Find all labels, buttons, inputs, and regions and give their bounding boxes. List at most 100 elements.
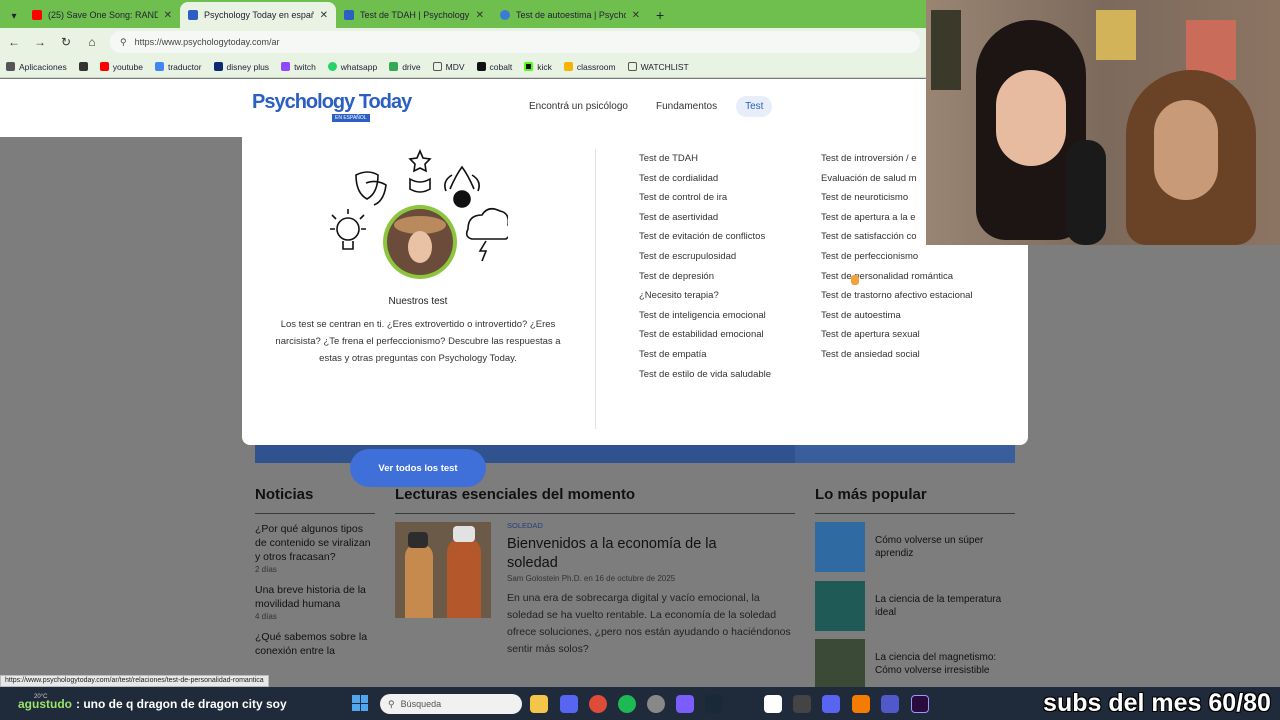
- article-image[interactable]: [395, 522, 491, 618]
- person-figure: [405, 544, 433, 618]
- view-all-tests-button[interactable]: Ver todos los test: [350, 449, 486, 487]
- bookmark-kick[interactable]: kick: [524, 62, 552, 72]
- test-link[interactable]: Test de cordialidad: [639, 169, 771, 189]
- popular-item[interactable]: Cómo volverse un súper aprendiz: [815, 522, 1015, 572]
- app-icon[interactable]: [676, 695, 694, 713]
- test-link[interactable]: Test de autoestima: [821, 306, 1021, 326]
- bookmark-label: traductor: [167, 61, 202, 72]
- test-link[interactable]: Test de TDAH: [639, 149, 771, 169]
- test-link[interactable]: Test de control de ira: [639, 188, 771, 208]
- bookmark-classroom[interactable]: classroom: [563, 61, 616, 72]
- close-icon[interactable]: ✕: [320, 10, 328, 21]
- bookmark-label: WATCHLIST: [640, 61, 689, 72]
- subs-goal-overlay: subs del mes 60/80: [1043, 688, 1271, 717]
- article-category[interactable]: SOLEDAD: [507, 521, 543, 530]
- news-item[interactable]: ¿Qué sabemos sobre la conexión entre la: [255, 630, 375, 658]
- site-logo[interactable]: Psychology Today: [252, 91, 412, 114]
- bookmark-drive[interactable]: drive: [389, 62, 421, 72]
- article-meta: Sam Golostein Ph.D. en 16 de octubre de …: [507, 574, 676, 583]
- discord-icon[interactable]: [560, 695, 578, 713]
- taskbar-search[interactable]: ⚲ Búsqueda: [380, 694, 522, 714]
- new-tab-icon[interactable]: +: [648, 2, 672, 28]
- translate-icon: [154, 62, 164, 71]
- test-link[interactable]: Test de estabilidad emocional: [639, 325, 771, 345]
- teams-icon[interactable]: [881, 695, 899, 713]
- hand-cursor-icon: [851, 275, 859, 285]
- obs-icon[interactable]: [647, 695, 665, 713]
- news-item[interactable]: Una breve historia de la movilidad human…: [255, 583, 375, 611]
- news-item[interactable]: ¿Por qué algunos tipos de contenido se v…: [255, 522, 375, 564]
- forward-icon[interactable]: →: [32, 35, 48, 49]
- test-link[interactable]: Test de depresión: [639, 267, 771, 287]
- tab-youtube[interactable]: (25) Save One Song: RANDOM ✕: [24, 2, 180, 28]
- close-icon[interactable]: ✕: [632, 10, 640, 21]
- webcam-overlay: [926, 0, 1280, 245]
- bookmark-traductor[interactable]: traductor: [154, 61, 202, 72]
- bookmark-watchlist[interactable]: WATCHLIST: [627, 61, 689, 72]
- nav-fundamentos[interactable]: Fundamentos: [647, 96, 726, 117]
- classroom-icon: [563, 62, 573, 71]
- popular-item[interactable]: La ciencia de la temperatura ideal: [815, 581, 1015, 631]
- dropdown-title: Nuestros test: [388, 296, 448, 307]
- cobalt-icon: [476, 62, 486, 71]
- spotify-icon[interactable]: [618, 695, 636, 713]
- microphone-icon: [1066, 140, 1106, 245]
- url-input[interactable]: ⚲ https://www.psychologytoday.com/ar: [110, 31, 920, 53]
- test-link[interactable]: Test de apertura sexual: [821, 325, 1021, 345]
- close-icon[interactable]: ✕: [476, 10, 484, 21]
- popular-thumbnail: [815, 639, 865, 689]
- bookmark-label: whatsapp: [340, 61, 378, 72]
- bookmark-whatsapp[interactable]: whatsapp: [327, 61, 378, 72]
- chrome-icon[interactable]: [589, 695, 607, 713]
- test-link[interactable]: Test de asertividad: [639, 208, 771, 228]
- tab-test-autoestima[interactable]: Test de autoestima | Psychology ✕: [492, 2, 648, 28]
- bookmark-label: classroom: [576, 61, 616, 72]
- bookmark-twitch[interactable]: twitch: [281, 62, 316, 72]
- article-title[interactable]: Bienvenidos a la economía de la soledad: [507, 535, 757, 573]
- psychology-today-icon: [344, 10, 354, 20]
- bookmark-aplicaciones[interactable]: Aplicaciones: [6, 62, 67, 72]
- bookmark-disney[interactable]: disney plus: [213, 62, 269, 72]
- test-link[interactable]: Test de escrupulosidad: [639, 247, 771, 267]
- disney-icon: [213, 62, 223, 71]
- person-figure: [447, 538, 481, 618]
- bookmark-grid[interactable]: [78, 62, 88, 71]
- windows-start-icon[interactable]: [352, 695, 368, 711]
- tab-search-icon[interactable]: ▾: [4, 4, 24, 28]
- bookmark-label: Aplicaciones: [19, 61, 67, 72]
- essential-reads-title: Lecturas esenciales del momento: [395, 486, 636, 503]
- test-link[interactable]: Test de inteligencia emocional: [639, 306, 771, 326]
- fl-studio-icon[interactable]: [852, 695, 870, 713]
- main-nav: Encontrá un psicólogo Fundamentos Test: [520, 96, 773, 117]
- nav-find-psychologist[interactable]: Encontrá un psicólogo: [520, 96, 637, 117]
- bookmark-cobalt[interactable]: cobalt: [476, 62, 512, 72]
- discord-icon[interactable]: [822, 695, 840, 713]
- test-link[interactable]: Test de empatía: [639, 345, 771, 365]
- premiere-icon[interactable]: [911, 695, 929, 713]
- divider: [595, 149, 596, 429]
- bookmark-youtube[interactable]: youtube: [99, 62, 143, 72]
- test-link[interactable]: Test de trastorno afectivo estacional: [821, 286, 1021, 306]
- steam-icon[interactable]: [705, 695, 723, 713]
- test-link[interactable]: Test de ansiedad social: [821, 345, 1021, 365]
- tab-test-tdah[interactable]: Test de TDAH | Psychology Toc ✕: [336, 2, 492, 28]
- tab-psychology-today[interactable]: Psychology Today en español - ✕: [180, 2, 336, 28]
- test-link[interactable]: Test de estilo de vida saludable: [639, 365, 771, 385]
- site-info-icon[interactable]: ⚲: [120, 37, 127, 48]
- test-link[interactable]: Test de evitación de conflictos: [639, 227, 771, 247]
- test-link[interactable]: Test de perfeccionismo: [821, 247, 1021, 267]
- reload-icon[interactable]: ↻: [58, 35, 74, 49]
- test-link[interactable]: ¿Necesito terapia?: [639, 286, 771, 306]
- popular-item[interactable]: La ciencia del magnetismo: Cómo volverse…: [815, 639, 1015, 689]
- notion-icon[interactable]: [793, 695, 811, 713]
- nav-test[interactable]: Test: [736, 96, 773, 117]
- file-explorer-icon[interactable]: [530, 695, 548, 713]
- bookmark-mdv[interactable]: MDV: [432, 62, 465, 72]
- drive-icon: [389, 62, 399, 71]
- back-icon[interactable]: ←: [6, 35, 22, 49]
- tests-dropdown-menu: Nuestros test Los test se centran en ti.…: [242, 137, 1028, 487]
- home-icon[interactable]: ⌂: [84, 35, 100, 49]
- app-icon[interactable]: [764, 695, 782, 713]
- weather-widget[interactable]: 20°C: [34, 694, 47, 700]
- close-icon[interactable]: ✕: [164, 10, 172, 21]
